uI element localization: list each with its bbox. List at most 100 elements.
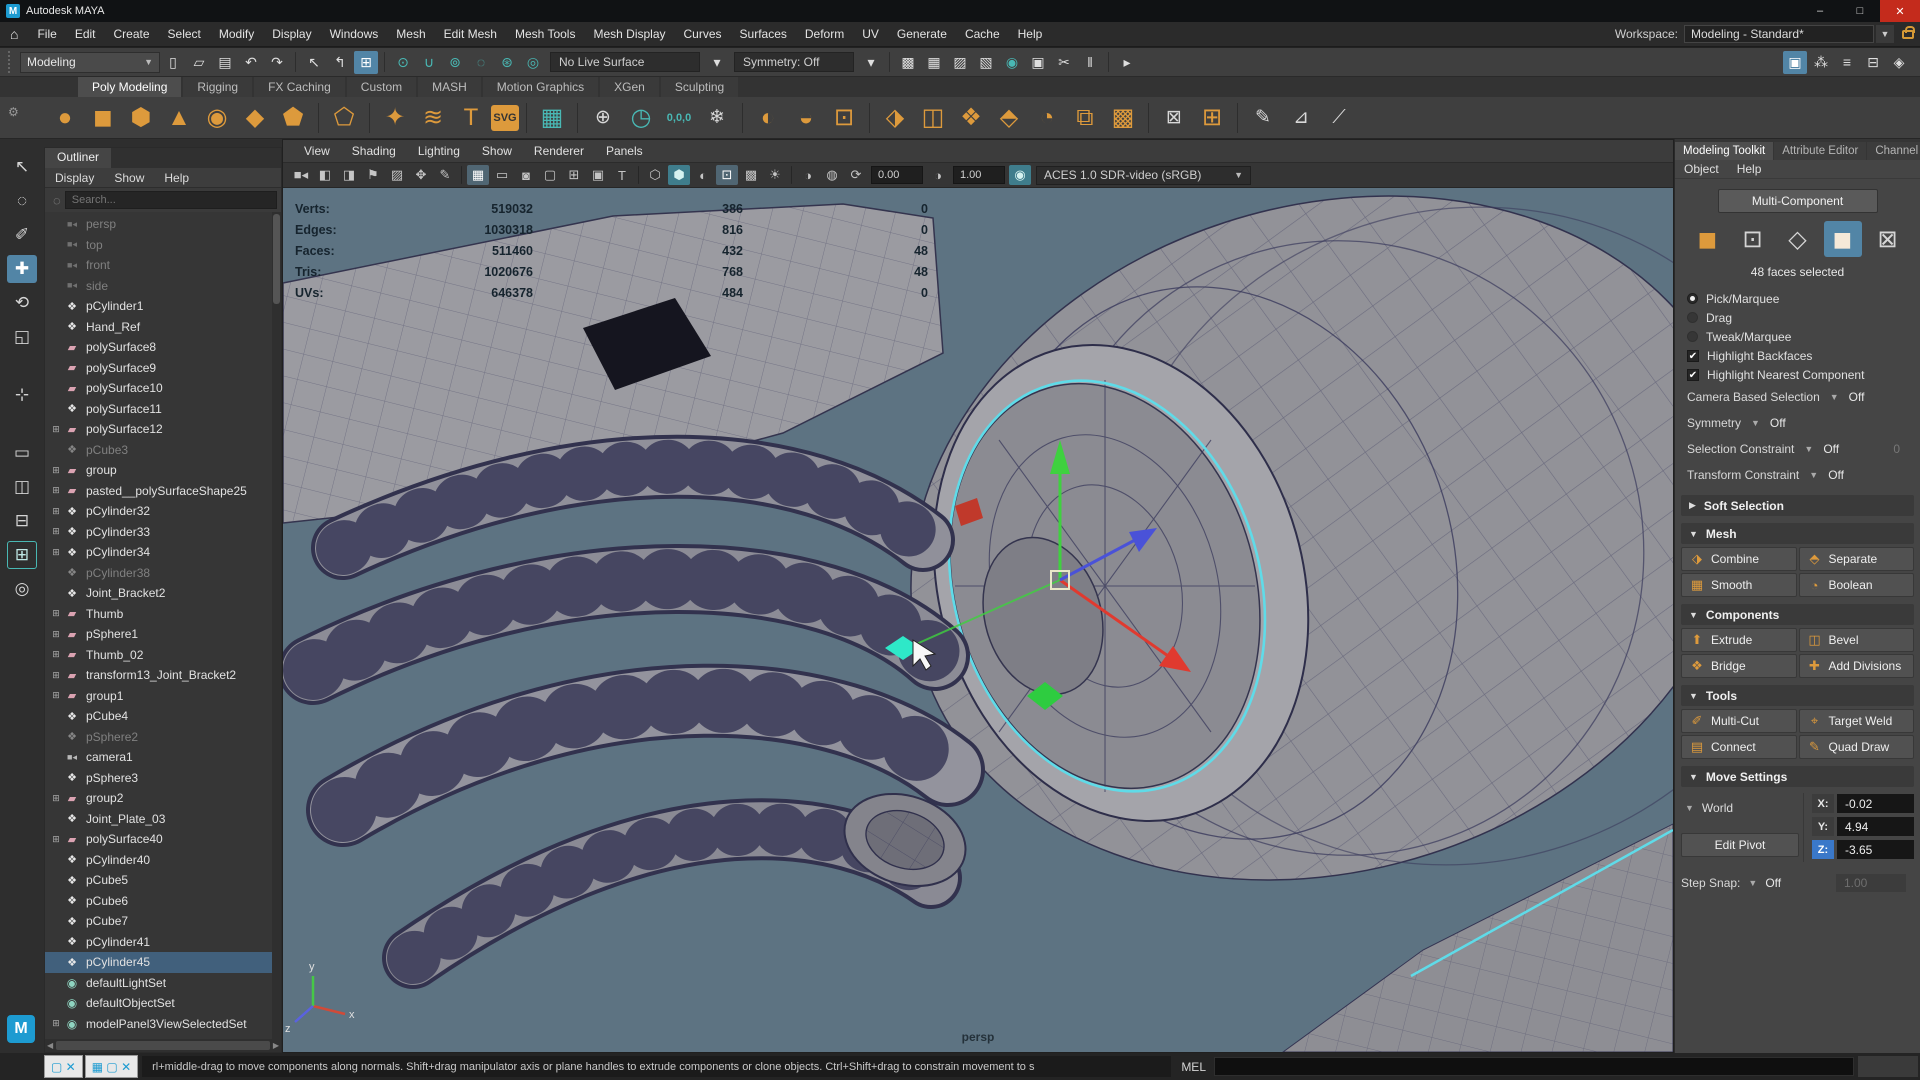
menu-item[interactable]: Help <box>1009 27 1052 41</box>
outliner-item[interactable]: ■◂ side <box>45 276 281 297</box>
outliner-item[interactable]: ❖ pSphere3 <box>45 768 281 789</box>
minimize-button[interactable]: – <box>1800 0 1840 22</box>
render-settings-icon[interactable]: ◉ <box>1000 51 1024 74</box>
outliner-item[interactable]: ❖ polySurface11 <box>45 399 281 420</box>
scale-tool-icon[interactable]: ◱ <box>7 323 37 351</box>
symmetry-arrow-icon[interactable]: ▾ <box>859 51 883 74</box>
poly-bridge-icon[interactable]: ❖ <box>953 100 989 136</box>
chevron-down-icon[interactable]: ▼ <box>1751 418 1760 428</box>
mel-label[interactable]: MEL <box>1173 1060 1214 1074</box>
workspace-select[interactable]: Modeling - Standard* <box>1684 25 1874 43</box>
menu-item[interactable]: Create <box>105 27 159 41</box>
pause-icon[interactable]: ‖ <box>1078 51 1102 74</box>
axis-orientation-select[interactable]: ▼ World <box>1681 797 1799 819</box>
mesh-section[interactable]: ▼ Mesh <box>1681 523 1914 544</box>
poly-cube-icon[interactable]: ◼ <box>85 100 121 136</box>
chevron-down-icon[interactable]: ▼ <box>1804 444 1813 454</box>
outliner-item[interactable]: ⊞ ▰ polySurface40 <box>45 829 281 850</box>
menu-item[interactable]: Select <box>159 27 210 41</box>
shelf-tab[interactable]: MASH <box>418 77 481 97</box>
outliner-item[interactable]: ▰ polySurface8 <box>45 337 281 358</box>
sim-toolkit-icon[interactable]: ▣ <box>1783 51 1807 74</box>
collapse-arrow-icon[interactable]: ▼ <box>1689 772 1698 782</box>
collapse-arrow-icon[interactable]: ▶ <box>1689 500 1696 511</box>
window-thumbnail-icons[interactable]: ▦ ▢ ✕ <box>92 1060 131 1074</box>
menu-item[interactable]: Modify <box>210 27 263 41</box>
expand-icon[interactable]: ⊞ <box>49 424 63 435</box>
outliner-item[interactable]: ❖ pCube6 <box>45 891 281 912</box>
toolkit-button[interactable]: ⌖ Target Weld <box>1799 709 1915 733</box>
multi-component-button[interactable]: Multi-Component <box>1718 189 1878 213</box>
camera-lock-icon[interactable]: ◧ <box>314 165 336 185</box>
time-node-icon[interactable]: ◷ <box>623 100 659 136</box>
move-tool-icon[interactable]: ✚ <box>7 255 37 283</box>
scroll-right-icon[interactable]: ▶ <box>273 1041 279 1050</box>
wireframe-on-shaded-icon[interactable]: ⊡ <box>716 165 738 185</box>
toolkit-button[interactable]: ◔ Boolean <box>1799 573 1915 597</box>
toolkit-button[interactable]: ✎ Quad Draw <box>1799 735 1915 759</box>
expand-icon[interactable]: ⊞ <box>49 465 63 476</box>
shelf-tab[interactable]: Sculpting <box>661 77 738 97</box>
safe-action-icon[interactable]: ▣ <box>587 165 609 185</box>
outliner-menu-item[interactable]: Display <box>45 171 104 185</box>
toolkit-button[interactable]: ✐ Multi-Cut <box>1681 709 1797 733</box>
undo-icon[interactable]: ↶ <box>239 51 263 74</box>
radio-icon[interactable] <box>1687 293 1698 304</box>
last-tool-icon[interactable]: ⊹ <box>7 381 37 409</box>
outliner-item[interactable]: ■◂ top <box>45 235 281 256</box>
radio-row[interactable]: Drag <box>1681 308 1914 327</box>
layout-stacked-icon[interactable]: ⊟ <box>7 507 37 535</box>
viewport-menu-item[interactable]: Shading <box>341 144 407 158</box>
bookmark-icon[interactable]: ⚑ <box>362 165 384 185</box>
collapse-arrow-icon[interactable]: ▼ <box>1689 610 1698 620</box>
collapse-arrow-icon[interactable]: ▼ <box>1689 529 1698 539</box>
viewport-menu-item[interactable]: Show <box>471 144 523 158</box>
poly-cone-icon[interactable]: ▲ <box>161 100 197 136</box>
default-lighting-icon[interactable]: ☀ <box>764 165 786 185</box>
shelf-options-icon[interactable]: ⚙ <box>8 105 28 125</box>
super-shape-icon[interactable]: ✦ <box>377 100 413 136</box>
poly-extrude-icon[interactable]: ⬗ <box>877 100 913 136</box>
snap-point-icon[interactable]: ⊚ <box>443 51 467 74</box>
maximize-button[interactable]: □ <box>1840 0 1880 22</box>
construction-history-icon[interactable]: ▦ <box>922 51 946 74</box>
outliner-item[interactable]: ⊞ ▰ pSphere1 <box>45 624 281 645</box>
coordinate-input[interactable]: 4.94 <box>1837 817 1914 836</box>
select-object-icon[interactable]: ↰ <box>328 51 352 74</box>
outliner-item[interactable]: ⊞ ▰ group1 <box>45 686 281 707</box>
object-mode-icon[interactable]: ◼ <box>1689 221 1727 257</box>
poly-disc-icon[interactable]: ⬟ <box>275 100 311 136</box>
ui-elements-icon[interactable]: ▦ <box>534 100 570 136</box>
live-surface-arrow-icon[interactable]: ▾ <box>705 51 729 74</box>
outliner-item[interactable]: ▰ polySurface10 <box>45 378 281 399</box>
grid-toggle-icon[interactable]: ▦ <box>467 165 489 185</box>
launch-render-view-icon[interactable]: ▣ <box>1026 51 1050 74</box>
layout-two-pane-icon[interactable]: ◫ <box>7 473 37 501</box>
poly-mirror-icon[interactable]: ⧉ <box>1067 100 1103 136</box>
poly-bevel-icon[interactable]: ◫ <box>915 100 951 136</box>
image-plane-icon[interactable]: ▨ <box>386 165 408 185</box>
toolkit-button[interactable]: ▤ Connect <box>1681 735 1797 759</box>
menu-item[interactable]: Display <box>263 27 320 41</box>
components-section[interactable]: ▼ Components <box>1681 604 1914 625</box>
expand-icon[interactable]: ⊞ <box>49 506 63 517</box>
quad-draw-shelf-icon[interactable]: ⊿ <box>1283 100 1319 136</box>
menu-item[interactable]: Curves <box>675 27 731 41</box>
viewport-menu-item[interactable]: Renderer <box>523 144 595 158</box>
character-controls-icon[interactable]: ⁂ <box>1809 51 1833 74</box>
svg-tool-icon[interactable]: SVG <box>491 105 519 131</box>
menu-item[interactable]: Windows <box>321 27 388 41</box>
tools-section[interactable]: ▼ Tools <box>1681 685 1914 706</box>
outliner-item[interactable]: ❖ pSphere2 <box>45 727 281 748</box>
outliner-item[interactable]: ■◂ camera1 <box>45 747 281 768</box>
edge-mode-icon[interactable]: ◇ <box>1779 221 1817 257</box>
shaded-icon[interactable]: ⬢ <box>668 165 690 185</box>
collapse-arrow-icon[interactable]: ▼ <box>1689 691 1698 701</box>
edit-pivot-button[interactable]: Edit Pivot <box>1681 833 1799 857</box>
layout-single-pane-icon[interactable]: ▭ <box>7 439 37 467</box>
outliner-item[interactable]: ❖ pCylinder38 <box>45 563 281 584</box>
helix-icon[interactable]: ≋ <box>415 100 451 136</box>
uv-editor-icon[interactable]: ⊞ <box>1194 100 1230 136</box>
menu-item[interactable]: Generate <box>888 27 956 41</box>
poly-cylinder-icon[interactable]: ⬢ <box>123 100 159 136</box>
